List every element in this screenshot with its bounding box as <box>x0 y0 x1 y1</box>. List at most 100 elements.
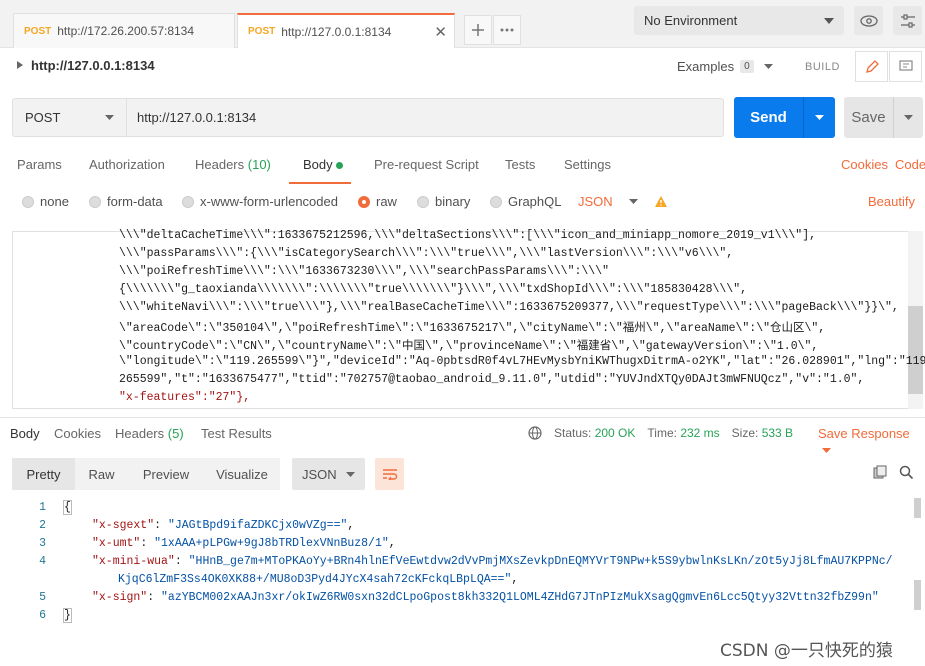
radio-binary[interactable]: binary <box>417 194 470 209</box>
request-title: http://127.0.0.1:8134 <box>31 58 155 73</box>
code-line: \\\"poiRefreshTime\\\":\\\"1633673230\\\… <box>119 265 609 278</box>
response-scrollbar[interactable] <box>914 498 921 518</box>
more-tabs-button[interactable] <box>493 15 521 45</box>
line-number: 5 <box>39 591 46 604</box>
radio-circle-icon <box>22 195 34 208</box>
chevron-down-icon <box>824 17 834 24</box>
response-tab-cookies[interactable]: Cookies <box>54 426 101 441</box>
request-tab-active[interactable]: POST http://127.0.0.1:8134 ✕ <box>237 13 455 48</box>
radio-urlencoded[interactable]: x-www-form-urlencoded <box>182 194 338 209</box>
code-line: \"longitude\":\"119.265599\"}","deviceId… <box>119 355 925 368</box>
response-tab-headers[interactable]: Headers (5) <box>115 426 184 441</box>
cookies-link[interactable]: Cookies <box>841 157 888 172</box>
eye-button[interactable] <box>854 6 883 35</box>
close-icon[interactable]: ✕ <box>434 23 447 41</box>
wrap-lines-icon <box>382 469 397 480</box>
plus-icon <box>472 24 484 36</box>
beautify-link[interactable]: Beautify <box>868 194 915 209</box>
examples-dropdown[interactable]: Examples 0 <box>677 59 773 74</box>
response-tab-test-results[interactable]: Test Results <box>201 426 272 441</box>
new-tab-button[interactable] <box>464 15 492 45</box>
save-options-icon[interactable] <box>894 115 923 120</box>
tab-prerequest-script[interactable]: Pre-request Script <box>374 157 479 172</box>
code-line: \\\"passParams\\\":{\\\"isCategorySearch… <box>119 247 734 260</box>
method-tag: POST <box>248 26 276 37</box>
response-scrollbar-thumb[interactable] <box>914 580 921 610</box>
response-tab-body[interactable]: Body <box>10 426 40 441</box>
body-format-select[interactable]: JSON <box>578 194 668 209</box>
comment-icon <box>898 60 913 71</box>
tab-params[interactable]: Params <box>17 157 62 172</box>
view-visualize[interactable]: Visualize <box>204 458 280 490</box>
pane-divider[interactable] <box>0 417 925 418</box>
radio-form-data[interactable]: form-data <box>89 194 163 209</box>
headers-count: (10) <box>247 157 271 172</box>
code-line: \\\"deltaCacheTime\\\":1633675212596,\\\… <box>119 229 817 242</box>
wrap-lines-button[interactable] <box>375 458 404 490</box>
tab-tests[interactable]: Tests <box>505 157 535 172</box>
search-icon <box>899 465 914 480</box>
settings-button[interactable] <box>893 6 922 35</box>
radio-circle-icon <box>417 195 429 208</box>
size-value: 533 B <box>761 426 794 440</box>
tab-headers-label: Headers <box>195 157 245 172</box>
copy-button[interactable] <box>873 465 887 482</box>
sliders-icon <box>900 13 915 28</box>
save-label: Save <box>851 109 886 126</box>
tab-headers[interactable]: Headers (10) <box>195 157 271 172</box>
view-preview[interactable]: Preview <box>128 458 204 490</box>
save-response-button[interactable]: Save Response <box>818 426 925 456</box>
editor-scrollbar[interactable] <box>908 306 923 394</box>
size-label: Size: <box>731 426 759 440</box>
radio-label: binary <box>435 194 471 209</box>
send-button[interactable]: Send <box>734 97 835 138</box>
save-button[interactable]: Save <box>844 97 923 138</box>
copy-icon <box>873 465 887 479</box>
radio-label: raw <box>376 194 397 209</box>
code-line: \"areaCode\":\"350104\",\"poiRefreshTime… <box>119 322 826 335</box>
view-raw[interactable]: Raw <box>75 458 128 490</box>
tab-body[interactable]: Body <box>303 157 343 172</box>
examples-count: 0 <box>740 60 754 73</box>
json-key: "x-umt" <box>92 537 141 550</box>
active-tab-underline <box>289 182 351 184</box>
code-line: 265599","t":"1633675477","ttid":"702757@… <box>119 373 865 386</box>
json-value: "azYBCM002xAAJn3xr/okIwZ6RW0sxn32dCLpoGp… <box>161 591 879 604</box>
view-pretty[interactable]: Pretty <box>12 458 75 490</box>
radio-selected-icon <box>358 195 370 208</box>
radio-label: none <box>40 194 69 209</box>
json-key: "x-sign" <box>92 591 148 604</box>
time-label: Time: <box>647 426 677 440</box>
search-button[interactable] <box>899 465 914 483</box>
tab-settings[interactable]: Settings <box>564 157 611 172</box>
radio-raw[interactable]: raw <box>358 194 397 209</box>
method-tag: POST <box>24 25 52 37</box>
method-value: POST <box>25 110 61 125</box>
build-label[interactable]: BUILD <box>805 61 840 73</box>
collapse-caret-icon[interactable] <box>17 61 23 69</box>
response-status-bar: Status: 200 OK Time: 232 ms Size: 533 B <box>528 426 793 440</box>
globe-icon <box>528 426 542 440</box>
method-select[interactable]: POST <box>12 98 127 137</box>
code-link[interactable]: Code <box>895 157 925 172</box>
line-number: 1 <box>39 501 46 514</box>
comments-button[interactable] <box>889 51 922 82</box>
url-input[interactable]: http://127.0.0.1:8134 <box>127 98 724 137</box>
chevron-down-icon <box>822 448 831 453</box>
warning-icon <box>654 196 667 207</box>
json-key: "x-mini-wua" <box>92 555 175 568</box>
radio-none[interactable]: none <box>22 194 69 209</box>
line-number: 6 <box>39 609 46 622</box>
edit-button[interactable] <box>855 51 888 82</box>
tab-authorization[interactable]: Authorization <box>89 157 165 172</box>
request-tab[interactable]: POST http://172.26.200.57:8134 <box>13 13 235 48</box>
send-options-icon[interactable] <box>804 115 835 120</box>
status-value: 200 OK <box>594 426 636 440</box>
response-format-select[interactable]: JSON <box>292 458 365 490</box>
save-response-label: Save Response <box>818 426 910 441</box>
radio-graphql[interactable]: GraphQL <box>490 194 561 209</box>
time-value: 232 ms <box>680 426 720 440</box>
environment-select[interactable]: No Environment <box>634 6 844 35</box>
ellipsis-icon <box>500 28 514 32</box>
environment-label: No Environment <box>644 13 738 28</box>
